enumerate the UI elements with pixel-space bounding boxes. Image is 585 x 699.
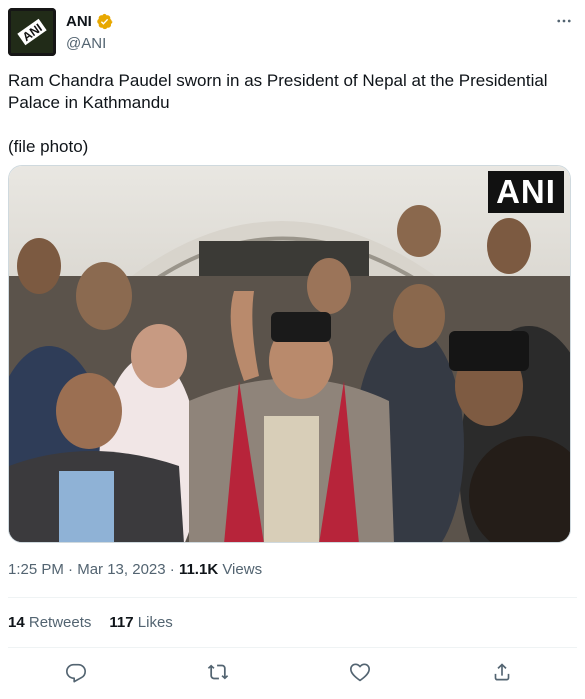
retweet-button[interactable] [206, 660, 230, 684]
ani-watermark: ANI [488, 171, 564, 213]
tweet-photo[interactable]: ANI [8, 165, 571, 543]
likes-stat[interactable]: 117 Likes [109, 614, 172, 631]
ani-logo-icon: ANI [8, 8, 56, 56]
tweet-subtext: (file photo) [8, 137, 89, 156]
reply-icon [66, 663, 86, 683]
meta-separator: · [63, 561, 78, 578]
share-icon [494, 663, 510, 681]
more-options-button[interactable] [553, 10, 575, 32]
tweet-time[interactable]: 1:25 PM [8, 561, 64, 578]
likes-count: 117 [109, 614, 134, 631]
likes-label: Likes [137, 614, 173, 631]
more-icon [557, 19, 571, 23]
tweet-stats: 14 Retweets 117 Likes [8, 614, 173, 631]
name-row: ANI [66, 13, 113, 30]
action-bar [0, 660, 585, 686]
tweet-date[interactable]: Mar 13, 2023 [77, 561, 165, 578]
handle[interactable]: @ANI [66, 35, 106, 52]
share-button[interactable] [490, 660, 514, 684]
meta-separator: · [165, 561, 179, 578]
views-count: 11.1K [178, 561, 219, 578]
heart-icon [350, 663, 370, 682]
retweet-icon [207, 664, 229, 680]
reply-button[interactable] [64, 660, 88, 684]
retweets-label: Retweets [28, 614, 92, 631]
tweet-header: ANI ANI @ANI [8, 8, 577, 60]
verified-badge-icon [97, 13, 113, 30]
like-button[interactable] [348, 660, 372, 684]
tweet-meta: 1:25 PM · Mar 13, 2023 · 11.1K Views [8, 561, 262, 578]
tweet-body: Ram Chandra Paudel sworn in as President… [8, 71, 548, 112]
divider [8, 647, 577, 648]
tweet-text: Ram Chandra Paudel sworn in as President… [8, 70, 573, 158]
divider [8, 597, 577, 598]
retweets-count: 14 [8, 614, 25, 631]
avatar[interactable]: ANI [8, 8, 56, 56]
photo-image [9, 166, 570, 542]
views-label: Views [218, 561, 263, 578]
display-name[interactable]: ANI [66, 13, 92, 30]
retweets-stat[interactable]: 14 Retweets [8, 614, 91, 631]
